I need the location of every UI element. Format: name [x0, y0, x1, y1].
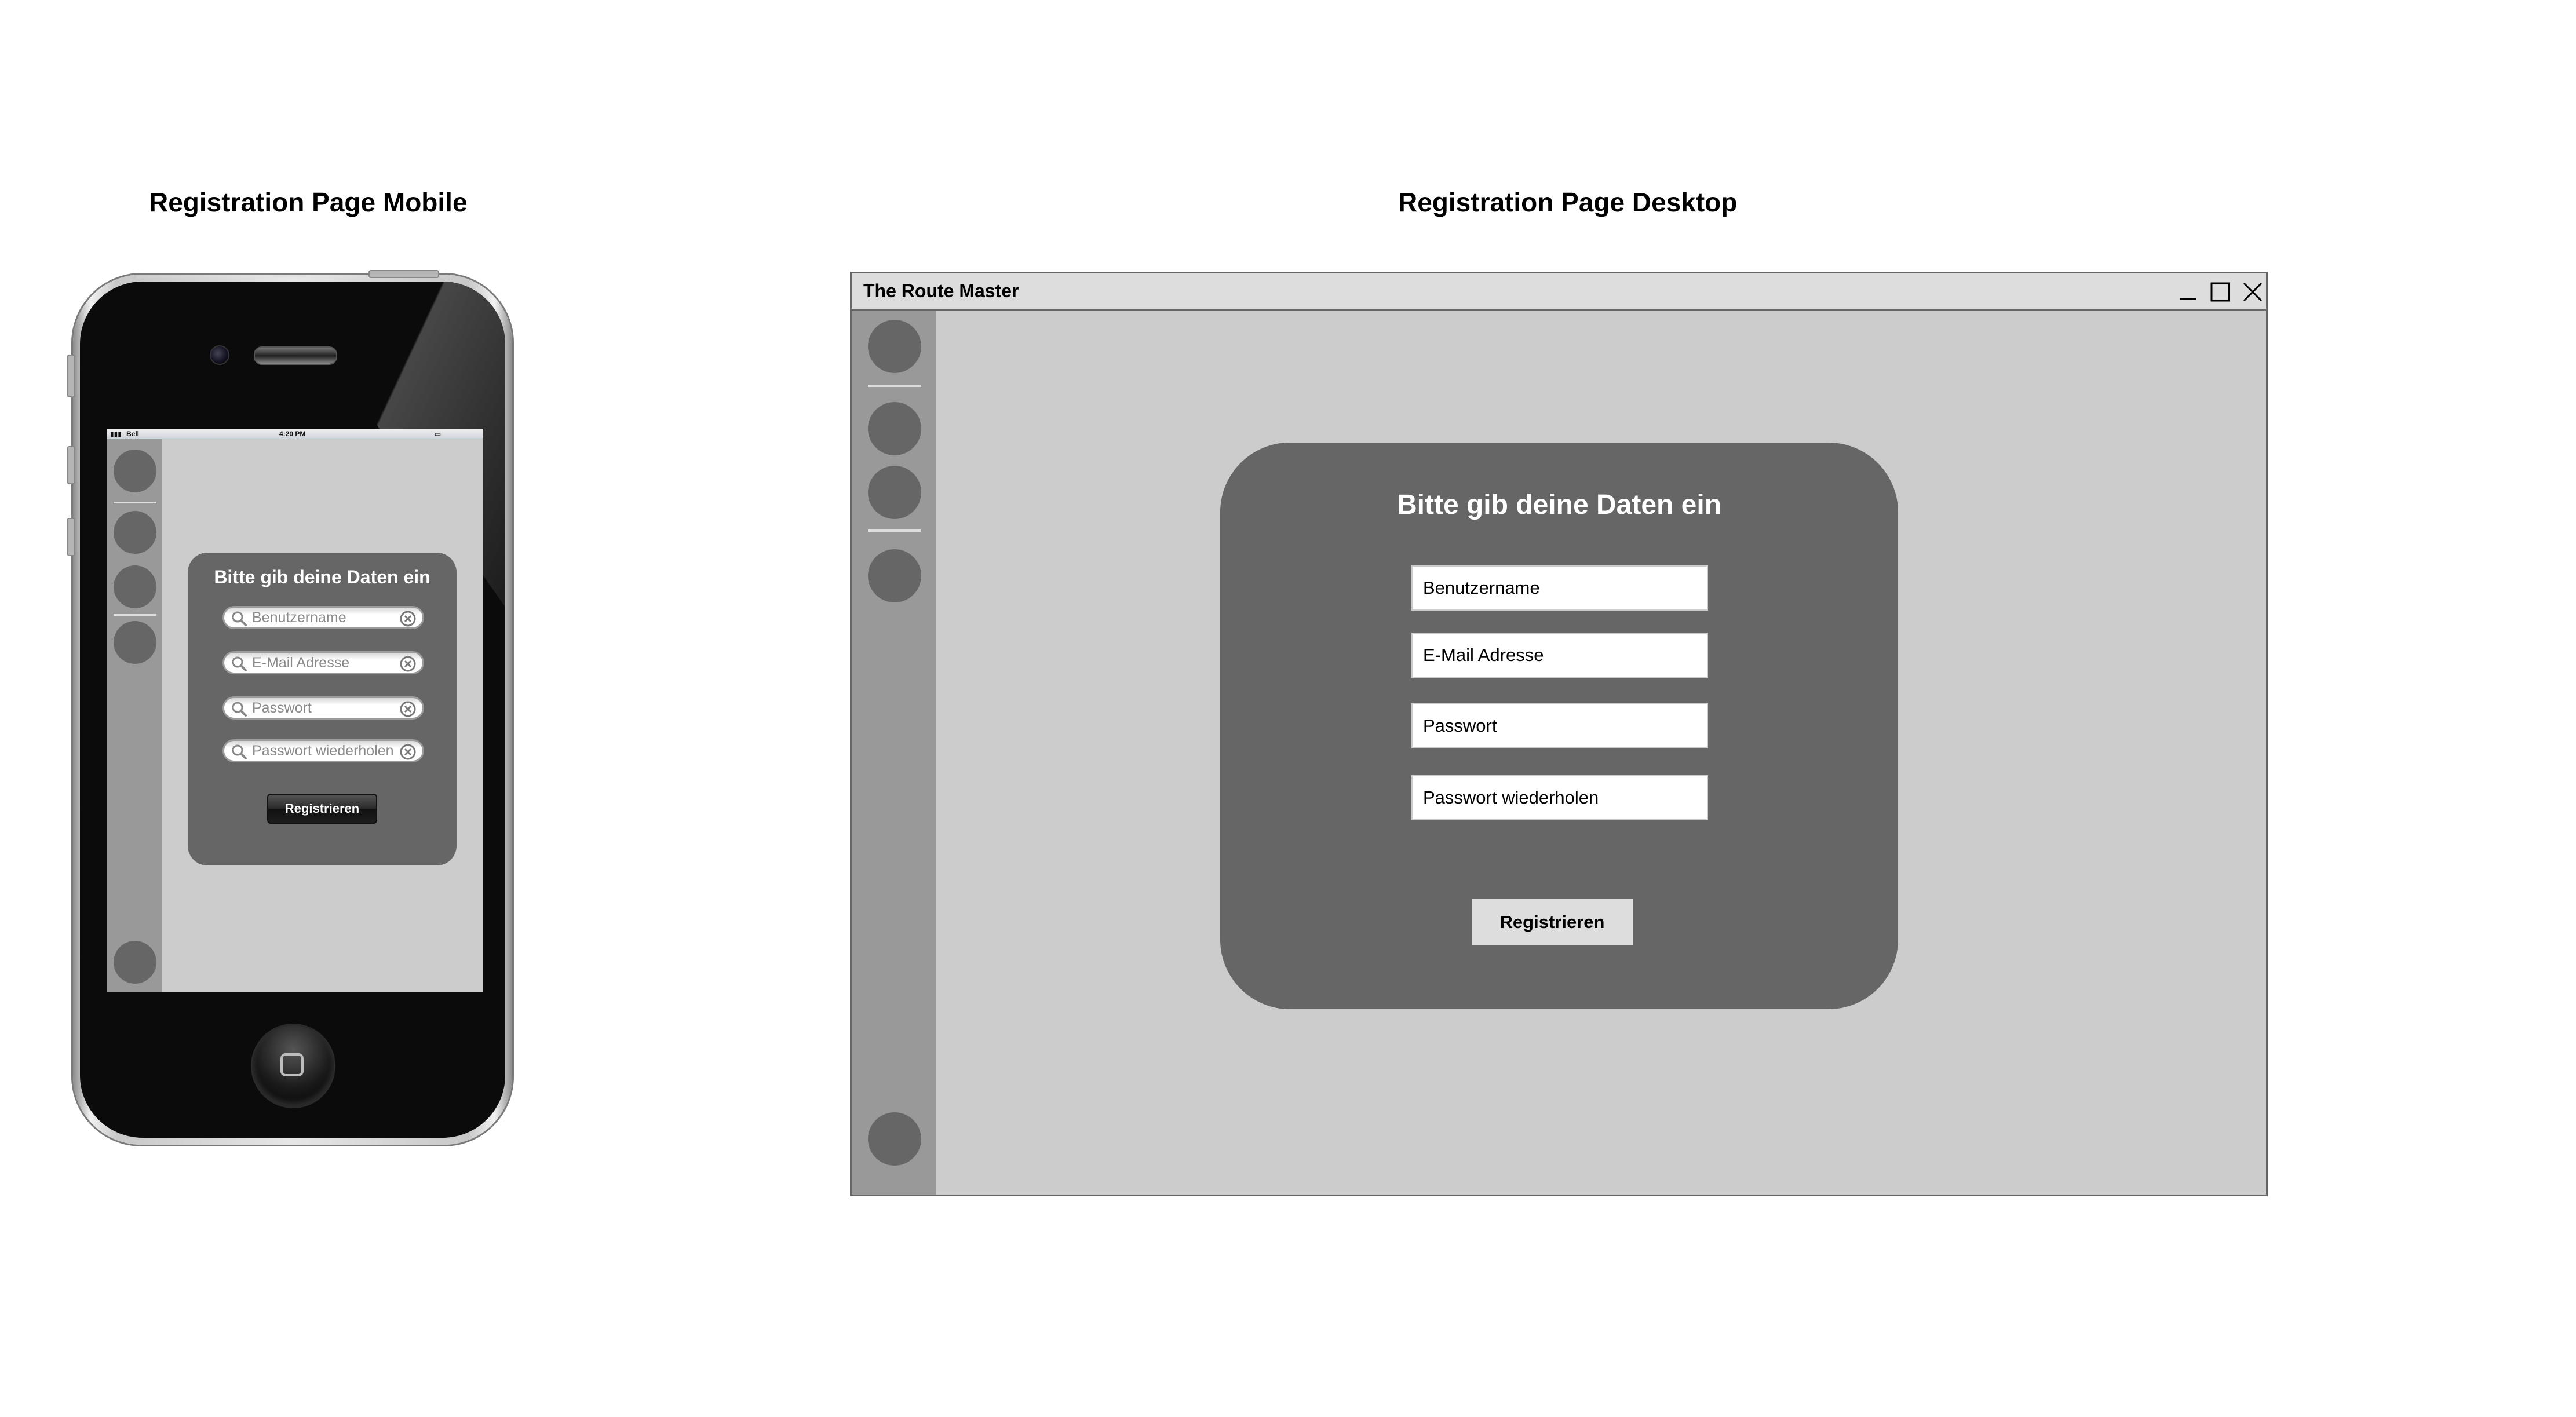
desktop-nav-item-bottom[interactable] — [868, 1112, 921, 1166]
window-titlebar: The Route Master — [852, 273, 2266, 311]
desktop-nav-item-4[interactable] — [868, 549, 921, 602]
desktop-section-title: Registration Page Desktop — [1398, 187, 1738, 217]
mobile-nav-item-4[interactable] — [114, 621, 156, 664]
search-icon — [232, 744, 247, 759]
mobile-password-field[interactable] — [222, 696, 424, 720]
mobile-register-button[interactable]: Registrieren — [267, 794, 377, 824]
sidebar-divider — [114, 614, 156, 616]
volume-down-button — [67, 518, 75, 556]
search-icon — [232, 702, 247, 717]
mobile-password-input[interactable] — [252, 699, 397, 717]
mobile-nav-item-3[interactable] — [114, 565, 156, 608]
mobile-registration-card: Bitte gib deine Daten ein Registrieren — [188, 553, 457, 865]
carrier-label: Bell — [126, 430, 140, 438]
sleep-button — [368, 270, 439, 278]
mobile-email-field[interactable] — [222, 651, 424, 674]
maximize-icon[interactable] — [2210, 282, 2231, 302]
desktop-nav-item-1[interactable] — [868, 320, 921, 373]
desktop-nav-item-2[interactable] — [868, 402, 921, 455]
window-title: The Route Master — [863, 280, 1019, 301]
mobile-nav-item-bottom[interactable] — [114, 941, 156, 984]
home-square-icon — [280, 1053, 304, 1076]
mobile-password-repeat-field[interactable] — [222, 739, 424, 762]
clear-icon[interactable] — [399, 743, 417, 761]
email-input[interactable] — [1411, 633, 1708, 678]
username-input[interactable] — [1411, 565, 1708, 611]
mobile-sidebar — [107, 439, 162, 992]
sidebar-divider — [868, 385, 921, 387]
clear-icon[interactable] — [399, 610, 417, 627]
minimize-icon[interactable] — [2177, 282, 2198, 302]
volume-up-button — [67, 446, 75, 484]
battery-icon: ▭ — [435, 430, 442, 438]
close-icon[interactable] — [2242, 282, 2263, 302]
mobile-password-repeat-input[interactable] — [252, 742, 397, 759]
search-icon — [232, 611, 247, 626]
desktop-nav-item-3[interactable] — [868, 466, 921, 519]
mobile-card-title: Bitte gib deine Daten ein — [214, 567, 430, 587]
mobile-username-input[interactable] — [252, 609, 397, 626]
mute-switch — [67, 355, 75, 397]
mobile-nav-item-2[interactable] — [114, 511, 156, 554]
password-repeat-input[interactable] — [1411, 775, 1708, 820]
mobile-nav-item-1[interactable] — [114, 450, 156, 492]
register-button[interactable]: Registrieren — [1472, 899, 1633, 945]
mobile-email-input[interactable] — [252, 654, 397, 671]
clear-icon[interactable] — [399, 700, 417, 718]
search-icon — [232, 656, 247, 671]
home-button[interactable] — [253, 1025, 334, 1106]
clear-icon[interactable] — [399, 655, 417, 673]
desktop-card-title: Bitte gib deine Daten ein — [1396, 490, 1722, 520]
status-time: 4:20 PM — [279, 430, 306, 438]
desktop-registration-card: Bitte gib deine Daten ein Registrieren — [1220, 443, 1898, 1009]
mobile-username-field[interactable] — [222, 606, 424, 629]
signal-icon: ▮▮▮ — [110, 430, 122, 438]
earpiece-speaker — [254, 346, 337, 365]
sidebar-divider — [114, 502, 156, 503]
sidebar-divider — [868, 529, 921, 532]
front-camera — [210, 345, 229, 365]
password-input[interactable] — [1411, 703, 1708, 748]
mobile-screen: ▮▮▮ Bell 4:20 PM ▭ Bitte gib deine Daten… — [107, 429, 483, 992]
desktop-window: The Route Master Bitte gib deine Daten e… — [850, 272, 2268, 1196]
desktop-sidebar — [852, 311, 936, 1195]
status-bar: ▮▮▮ Bell 4:20 PM ▭ — [107, 429, 483, 439]
mobile-section-title: Registration Page Mobile — [149, 187, 468, 217]
